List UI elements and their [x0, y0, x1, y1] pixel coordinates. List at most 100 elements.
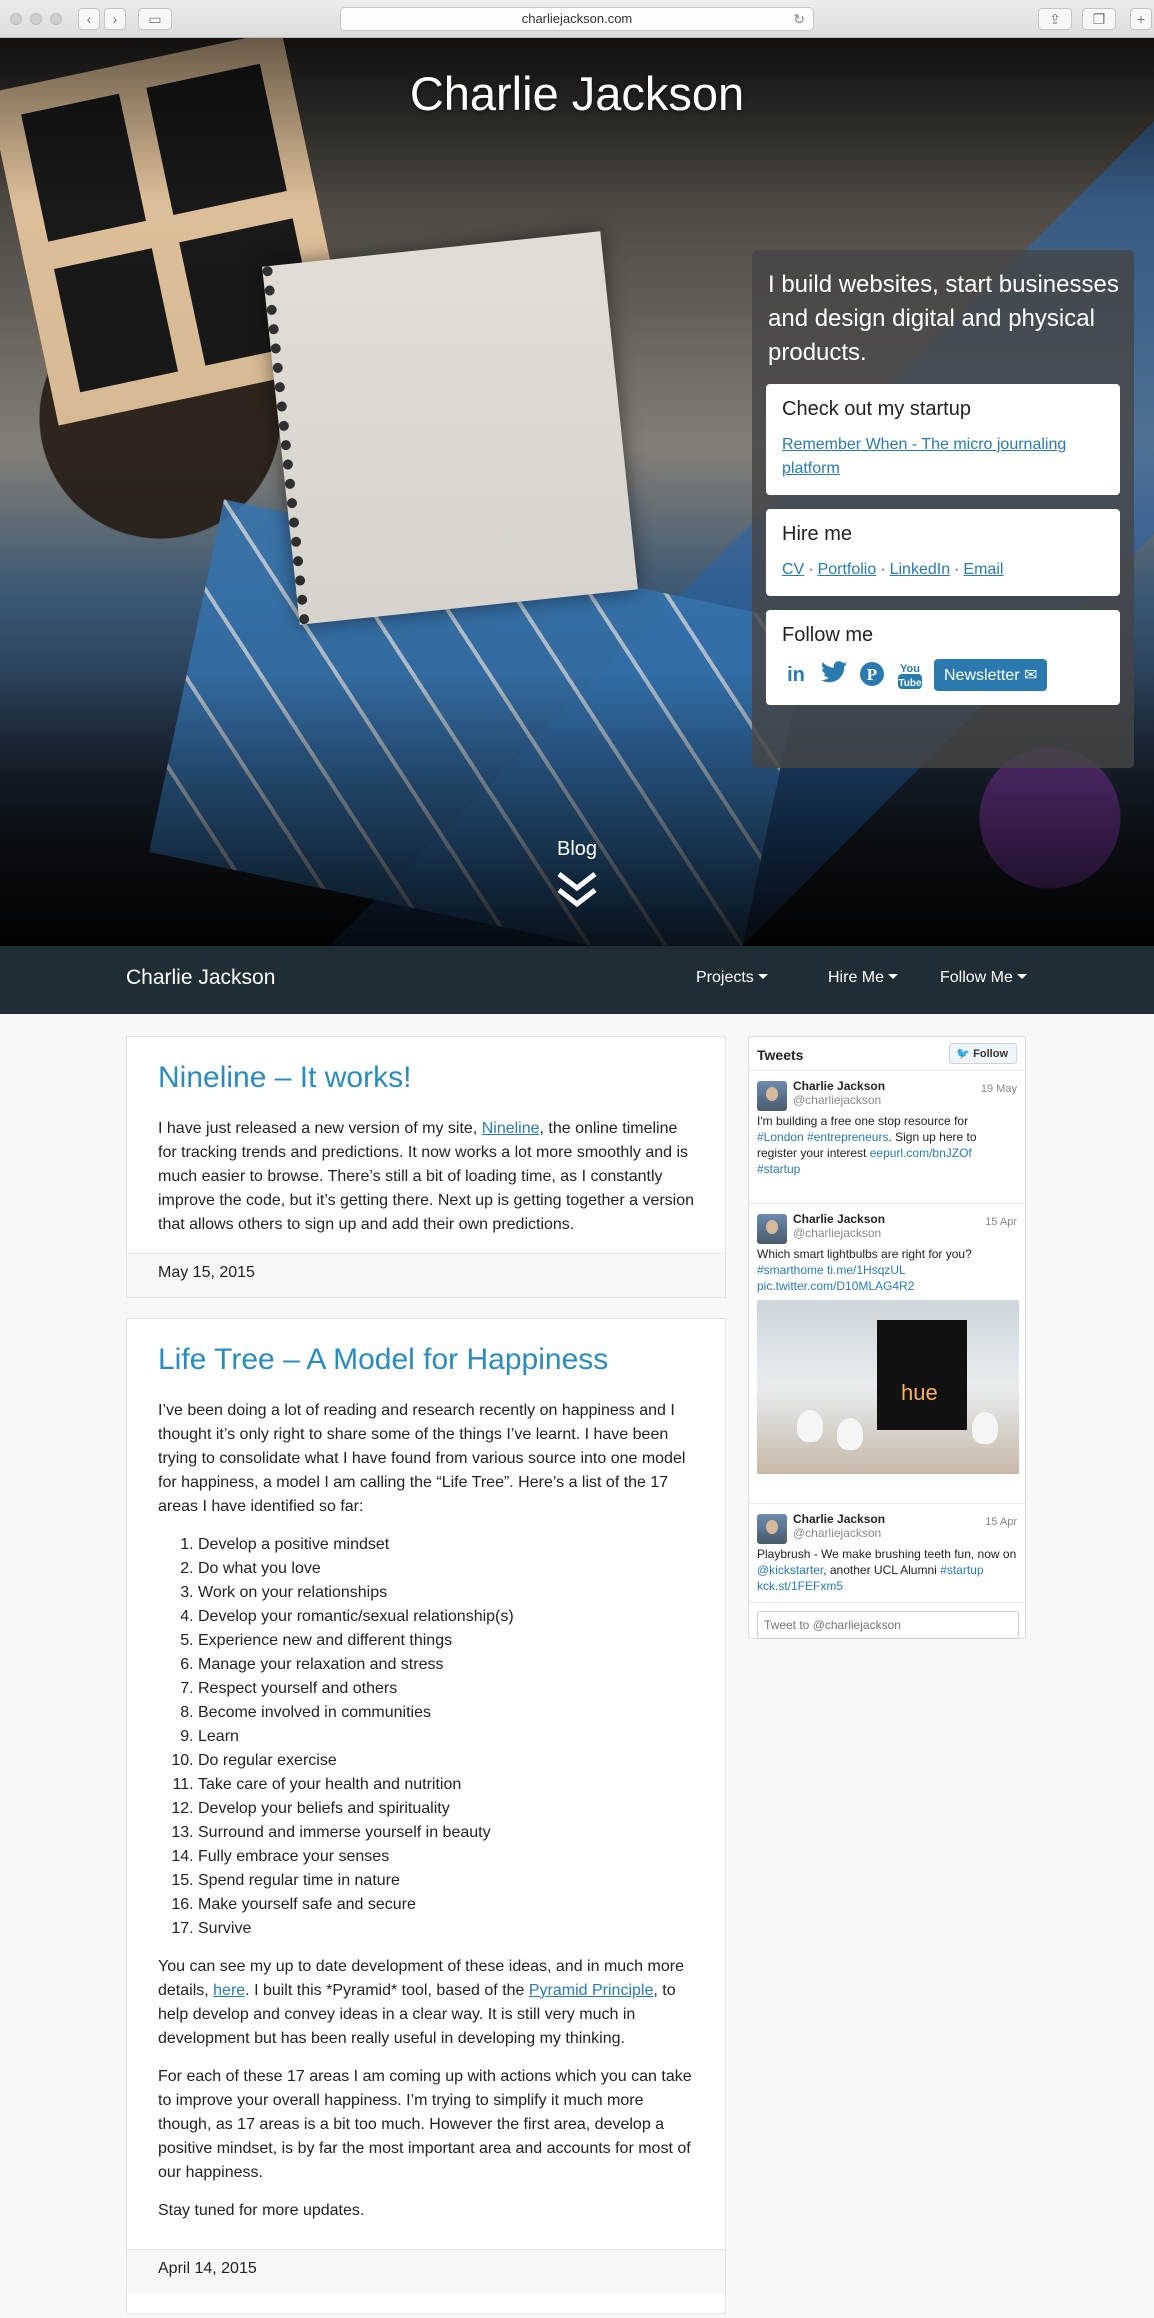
hashtag-link[interactable]: #startup [940, 1563, 983, 1577]
follow-card: Follow me in P You Tube Newsletter ✉ [766, 610, 1120, 705]
url-text: charliejackson.com [521, 11, 633, 26]
nav-hire-me-label: Hire Me [828, 969, 885, 986]
avatar[interactable] [757, 1081, 787, 1111]
tweet-url-link[interactable]: kck.st/1FEFxm5 [757, 1579, 843, 1593]
new-tab-icon[interactable]: + [1130, 8, 1152, 30]
blog-link[interactable]: Blog [0, 838, 1154, 861]
tweet-date[interactable]: 15 Apr [985, 1216, 1017, 1228]
youtube-icon[interactable]: You Tube [896, 661, 924, 689]
list-item: Surround and immerse yourself in beauty [198, 1821, 695, 1845]
nav-projects[interactable]: Projects [696, 969, 768, 987]
list-item: Fully embrace your senses [198, 1845, 695, 1869]
post-paragraph: I have just released a new version of my… [158, 1120, 695, 1233]
social-links: in P You Tube Newsletter ✉ [782, 659, 1104, 691]
tweet-handle[interactable]: @charliejackson [793, 1526, 1017, 1540]
pyramid-principle-link[interactable]: Pyramid Principle [529, 1982, 653, 1999]
tweet-text: Which smart lightbulbs are right for you… [757, 1247, 972, 1293]
caret-down-icon [757, 974, 768, 979]
tweet-author[interactable]: Charlie Jackson [793, 1212, 1017, 1226]
startup-link[interactable]: Remember When - The micro journaling pla… [782, 436, 1066, 477]
svg-text:You: You [900, 663, 920, 675]
linkedin-icon[interactable]: in [782, 661, 810, 689]
back-arrow-icon[interactable]: ‹ [78, 8, 100, 30]
linkedin-link[interactable]: LinkedIn [890, 561, 951, 578]
hashtag-link[interactable]: #startup [757, 1162, 800, 1176]
hashtag-link[interactable]: #London #entrepreneurs [757, 1130, 888, 1144]
tweet-url-link[interactable]: eepurl.com/bnJZOf [870, 1146, 972, 1160]
zoom-window-icon[interactable] [50, 13, 62, 25]
post-title[interactable]: Life Tree – A Model for Happiness [158, 1343, 695, 1377]
caret-down-icon [888, 974, 899, 979]
nav-hire-me[interactable]: Hire Me [828, 969, 899, 987]
list-item: Learn [198, 1725, 695, 1749]
list-item: Spend regular time in nature [198, 1869, 695, 1893]
nav-follow-me-label: Follow Me [940, 969, 1013, 986]
list-item: Work on your relationships [198, 1581, 695, 1605]
list-item: Respect yourself and others [198, 1677, 695, 1701]
post-paragraph: You can see my up to date development of… [158, 1958, 684, 2047]
post-date: April 14, 2015 [127, 2249, 725, 2293]
cv-link[interactable]: CV [782, 561, 804, 578]
tweet-handle[interactable]: @charliejackson [793, 1093, 1017, 1107]
product-label: hue [901, 1380, 938, 1405]
double-chevron-down-icon[interactable] [555, 870, 599, 910]
twitter-follow-button[interactable]: 🐦 Follow [949, 1043, 1017, 1064]
minimize-window-icon[interactable] [30, 13, 42, 25]
post-paragraph: For each of these 17 areas I am coming u… [158, 2068, 692, 2181]
post-date: May 15, 2015 [127, 1253, 725, 1297]
share-icon[interactable]: ⇪ [1038, 8, 1072, 30]
blog-post: Nineline – It works! I have just release… [126, 1036, 726, 1298]
tweet-date[interactable]: 19 May [981, 1083, 1017, 1095]
intro-panel: I build websites, start businesses and d… [752, 250, 1134, 768]
twitter-icon[interactable] [820, 661, 848, 689]
tweet-image[interactable]: hue [757, 1300, 1019, 1474]
lightbulb-icon [837, 1418, 863, 1450]
post-paragraph: Stay tuned for more updates. [158, 2202, 365, 2219]
hire-heading: Hire me [782, 523, 853, 545]
list-item: Do what you love [198, 1557, 695, 1581]
forward-arrow-icon[interactable]: › [104, 8, 126, 30]
email-link[interactable]: Email [963, 561, 1003, 578]
list-item: Develop a positive mindset [198, 1533, 695, 1557]
tweet[interactable]: Charlie Jackson @charliejackson 15 Apr W… [749, 1204, 1025, 1504]
tweets-header: Tweets 🐦 Follow [749, 1037, 1025, 1071]
tweets-widget: Tweets 🐦 Follow Charlie Jackson @charlie… [748, 1036, 1026, 1639]
twitter-bird-icon: 🐦 [956, 1048, 971, 1060]
pinterest-icon[interactable]: P [858, 661, 886, 689]
hire-card: Hire me CV · Portfolio · LinkedIn · Email [766, 509, 1120, 596]
tweet[interactable]: Charlie Jackson @charliejackson 15 Apr P… [749, 1504, 1025, 1603]
tweet[interactable]: Charlie Jackson @charliejackson 19 May I… [749, 1071, 1025, 1204]
list-item: Do regular exercise [198, 1749, 695, 1773]
tweet-handle[interactable]: @charliejackson [793, 1226, 1017, 1240]
nav-follow-me[interactable]: Follow Me [940, 969, 1027, 987]
follow-heading: Follow me [782, 624, 874, 646]
newsletter-button[interactable]: Newsletter ✉ [934, 659, 1048, 691]
avatar[interactable] [757, 1514, 787, 1544]
tweet-date[interactable]: 15 Apr [985, 1516, 1017, 1528]
blog-post: Life Tree – A Model for Happiness I’ve b… [126, 1318, 726, 2314]
sidebar-icon[interactable]: ▭ [138, 8, 172, 30]
lightbulb-icon [972, 1412, 998, 1444]
list-item: Make yourself safe and secure [198, 1893, 695, 1917]
reload-icon[interactable]: ↻ [793, 8, 805, 30]
navbar-brand[interactable]: Charlie Jackson [126, 966, 275, 990]
nineline-link[interactable]: Nineline [482, 1120, 540, 1137]
list-item: Become involved in communities [198, 1701, 695, 1725]
avatar[interactable] [757, 1214, 787, 1244]
tweet-pic-link[interactable]: pic.twitter.com/D10MLAG4R2 [757, 1279, 914, 1293]
lightbulb-icon [797, 1410, 823, 1442]
list-item: Manage your relaxation and stress [198, 1653, 695, 1677]
address-bar[interactable]: charliejackson.com ↻ [340, 7, 814, 31]
nav-projects-label: Projects [696, 969, 754, 986]
mention-link[interactable]: @kickstarter [757, 1563, 823, 1577]
hashtag-link[interactable]: #smarthome ti.me/1HsqzUL [757, 1263, 906, 1277]
here-link[interactable]: here [213, 1982, 245, 1999]
post-title[interactable]: Nineline – It works! [158, 1061, 695, 1095]
svg-text:Tube: Tube [898, 678, 922, 689]
tabs-icon[interactable]: ❐ [1082, 8, 1116, 30]
list-item: Develop your romantic/sexual relationshi… [198, 1605, 695, 1629]
portfolio-link[interactable]: Portfolio [818, 561, 877, 578]
close-window-icon[interactable] [10, 13, 22, 25]
tweet-author[interactable]: Charlie Jackson [793, 1512, 1017, 1526]
tweet-to-input[interactable] [757, 1611, 1019, 1639]
